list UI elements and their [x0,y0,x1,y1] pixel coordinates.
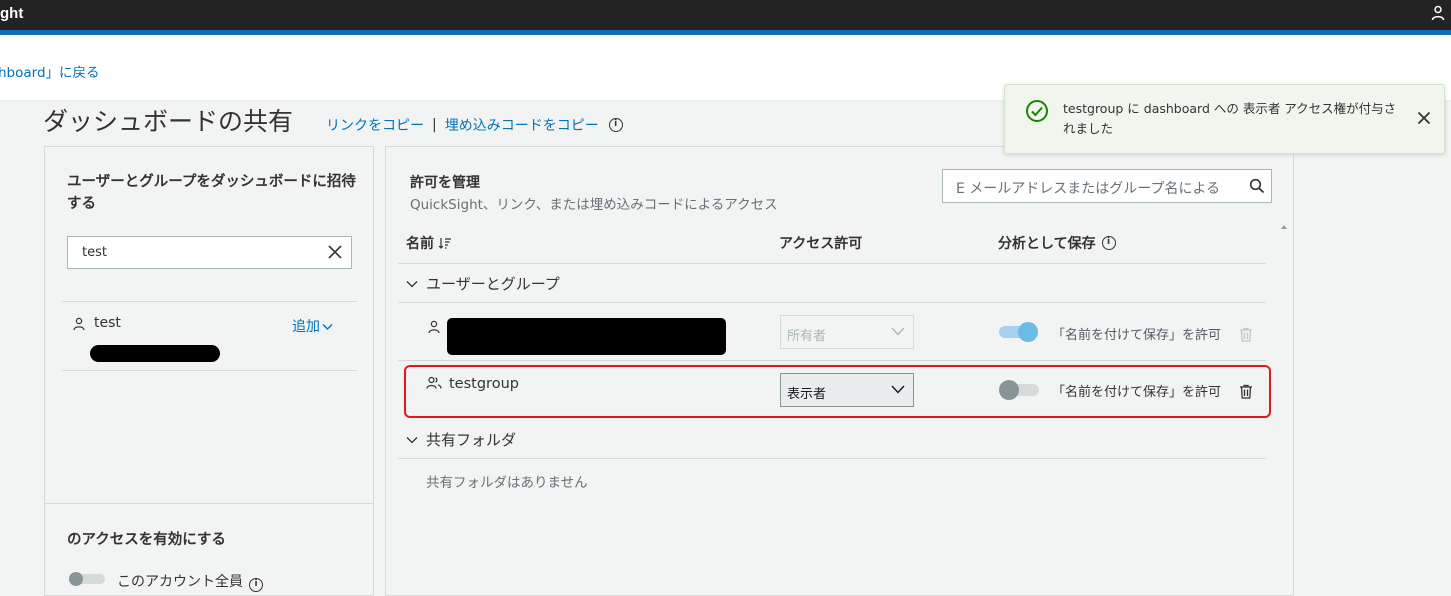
info-icon[interactable]: i [608,118,623,132]
top-navigation-bar: ght [0,0,1451,30]
group-save-as-label: 「名前を付けて保存」を許可 [1052,385,1222,400]
all-accounts-label: このアカウント全員 i [117,571,263,592]
permission-search-placeholder: E メールアドレスまたはグループ名による [956,181,1221,197]
add-user-button[interactable]: 追加 [292,316,333,336]
notification-message: testgroup に dashboard への 表示者 アクセス権が付与されま… [1063,101,1397,136]
close-icon[interactable] [1417,111,1431,125]
owner-save-as-label: 「名前を付けて保存」を許可 [1052,328,1222,343]
info-icon[interactable]: i [249,578,263,592]
invite-panel: ユーザーとグループをダッシュボードに招待する test test 追加 のアクセ… [44,146,374,596]
group-name: testgroup [449,376,519,392]
column-header-access: アクセス許可 [779,236,863,252]
app-brand: ght [0,5,24,22]
success-check-icon [1026,100,1048,122]
divider [45,503,373,504]
success-notification: testgroup に dashboard への 表示者 アクセス権が付与されま… [1004,84,1445,154]
no-shared-folders-text: 共有フォルダはありません [426,475,588,491]
owner-access-select: 所有者 [780,315,914,349]
sort-icon[interactable] [438,237,452,249]
section-users-groups[interactable]: ユーザーとグループ [406,273,560,294]
copy-link-button[interactable]: リンクをコピー [326,115,424,135]
column-header-name[interactable]: 名前 [406,233,452,253]
column-header-save-as-analysis: 分析として保存 i [998,233,1116,253]
divider [398,360,1266,361]
all-accounts-text: このアカウント全員 [117,574,243,590]
divider [398,302,1266,303]
section-users-groups-label: ユーザーとグループ [426,275,560,293]
info-icon[interactable]: i [1101,236,1116,250]
chevron-down-icon [891,385,905,394]
back-to-dashboard-link[interactable]: hboard」に戻る [0,61,100,81]
divider [62,301,357,302]
chevron-down-icon [406,436,418,443]
copy-embed-code-button[interactable]: 埋め込みコードをコピー [445,115,599,135]
page-title: ダッシュボードの共有 [43,107,294,136]
name-column-label: 名前 [406,236,434,252]
manage-permissions-subtitle: QuickSight、リンク、または埋め込みコードによるアクセス [410,197,778,213]
chevron-down-icon [406,280,418,287]
owner-save-as-toggle [999,322,1038,342]
link-separator: | [432,117,437,133]
redacted-owner-name [447,318,726,355]
group-icon [426,376,442,389]
trash-icon[interactable] [1239,384,1253,399]
permission-search-input[interactable]: E メールアドレスまたはグループ名による [942,169,1272,203]
user-icon [428,320,440,334]
search-icon [1249,178,1265,194]
user-icon [73,317,85,331]
user-account-icon[interactable] [1431,5,1445,21]
divider [398,263,1266,264]
group-access-select[interactable]: 表示者 [780,373,914,407]
group-save-as-toggle[interactable] [999,380,1039,400]
add-label: 追加 [292,319,320,335]
owner-access-value: 所有者 [787,329,827,344]
save-as-analysis-label: 分析として保存 [998,236,1096,252]
scrollbar-up-arrow[interactable] [1281,225,1287,229]
divider [398,458,1266,459]
invite-heading: ユーザーとグループをダッシュボードに招待する [67,174,356,212]
chevron-down-icon [322,324,333,330]
user-search-value: test [82,245,107,260]
divider [62,370,357,371]
group-access-value: 表示者 [787,387,827,402]
clear-search-icon[interactable] [327,244,343,260]
section-shared-folders[interactable]: 共有フォルダ [406,429,516,450]
redacted-email [90,345,220,362]
trash-icon [1240,327,1252,342]
chevron-down-icon [891,327,905,336]
search-result-name: test [94,315,121,331]
account-access-heading: のアクセスを有効にする [67,532,226,548]
manage-permissions-title: 許可を管理 [410,175,480,191]
section-shared-folders-label: 共有フォルダ [426,431,517,449]
share-link-actions: リンクをコピー | 埋め込みコードをコピー i [326,115,623,135]
all-accounts-toggle[interactable] [67,571,107,587]
manage-permissions-panel: 許可を管理 QuickSight、リンク、または埋め込みコードによるアクセス E… [385,146,1294,596]
user-search-input[interactable]: test [67,236,352,269]
